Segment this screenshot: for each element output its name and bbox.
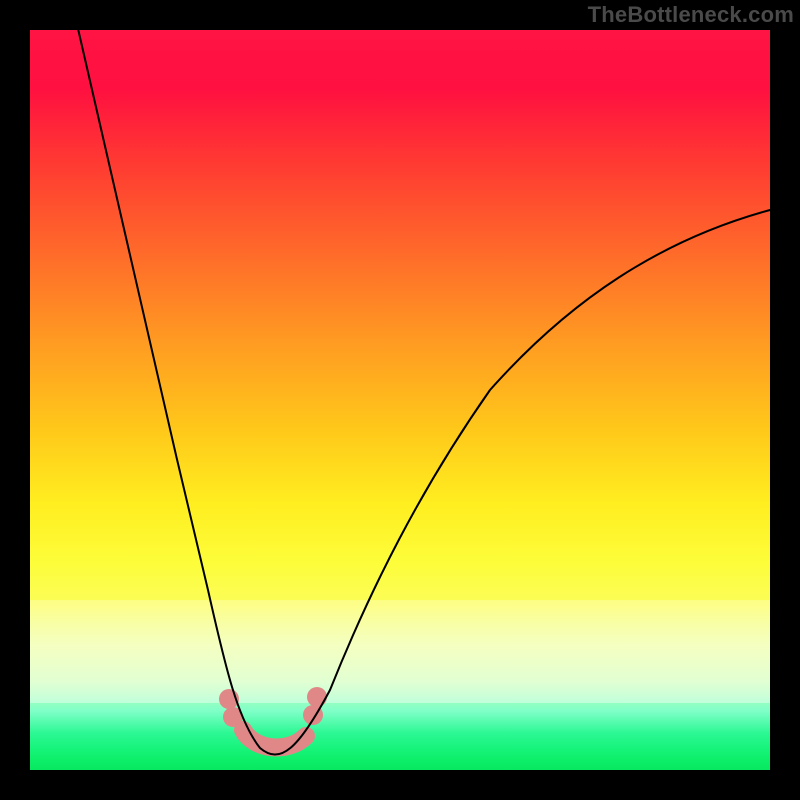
node-dot <box>307 687 327 707</box>
outer-frame: TheBottleneck.com <box>0 0 800 800</box>
curve-layer <box>30 30 770 770</box>
bottleneck-curve <box>76 20 770 755</box>
watermark: TheBottleneck.com <box>588 2 794 28</box>
valley-highlight <box>243 730 306 747</box>
